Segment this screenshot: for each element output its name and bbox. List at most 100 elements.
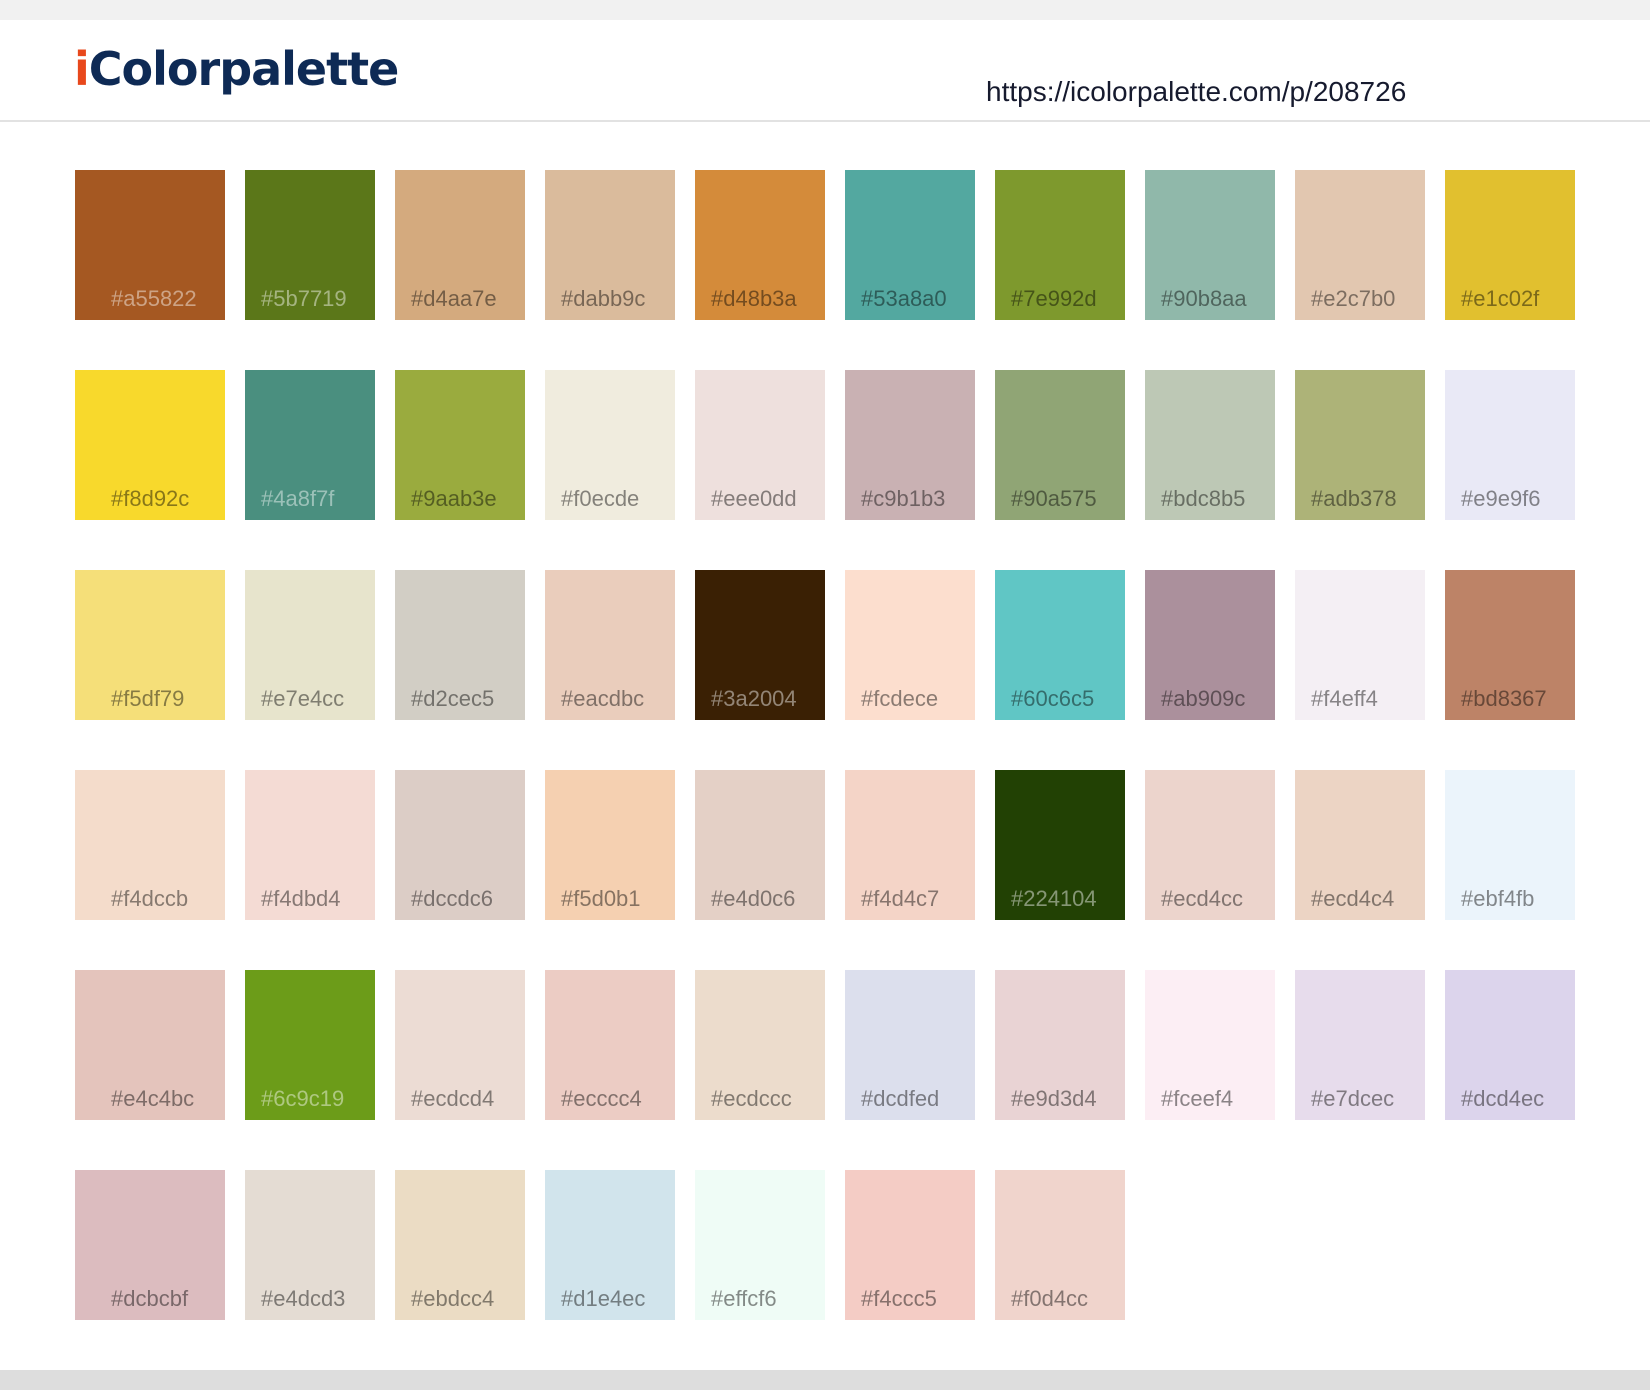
color-swatch[interactable]: #60c6c5	[995, 570, 1125, 720]
color-swatch[interactable]: #e9d3d4	[995, 970, 1125, 1120]
swatch-hex-label: #e4dcd3	[261, 1286, 346, 1311]
color-swatch[interactable]: #53a8a0	[845, 170, 975, 320]
swatch-hex-label: #eee0dd	[711, 486, 797, 511]
swatch-hex-label: #5b7719	[261, 286, 347, 311]
color-swatch[interactable]: #f0d4cc	[995, 1170, 1125, 1320]
color-swatch[interactable]: #dcdfed	[845, 970, 975, 1120]
color-swatch[interactable]: #dcbcbf	[75, 1170, 225, 1320]
color-swatch[interactable]: #d2cec5	[395, 570, 525, 720]
color-swatch[interactable]: #ecdccc	[695, 970, 825, 1120]
color-swatch[interactable]: #f4dccb	[75, 770, 225, 920]
swatch-hex-label: #e1c02f	[1461, 286, 1540, 311]
swatch-hex-label: #7e992d	[1011, 286, 1097, 311]
color-swatch[interactable]: #f0ecde	[545, 370, 675, 520]
color-swatch[interactable]: #ebdcc4	[395, 1170, 525, 1320]
top-strip	[0, 0, 1650, 20]
color-swatch[interactable]: #7e992d	[995, 170, 1125, 320]
palette-url[interactable]: https://icolorpalette.com/p/208726	[986, 74, 1406, 110]
color-swatch[interactable]: #ecdcd4	[395, 970, 525, 1120]
color-swatch[interactable]: #224104	[995, 770, 1125, 920]
color-swatch[interactable]: #a55822	[75, 170, 225, 320]
bottom-strip	[0, 1370, 1650, 1390]
color-swatch[interactable]: #e4c4bc	[75, 970, 225, 1120]
color-swatch[interactable]: #e4d0c6	[695, 770, 825, 920]
color-swatch[interactable]: #fceef4	[1145, 970, 1275, 1120]
swatch-hex-label: #e9e9f6	[1461, 486, 1541, 511]
color-swatch[interactable]: #dccdc6	[395, 770, 525, 920]
color-swatch[interactable]: #f4ccc5	[845, 1170, 975, 1320]
color-swatch[interactable]: #f4eff4	[1295, 570, 1425, 720]
color-swatch[interactable]: #c9b1b3	[845, 370, 975, 520]
color-swatch[interactable]: #bd8367	[1445, 570, 1575, 720]
swatch-hex-label: #adb378	[1311, 486, 1397, 511]
color-swatch[interactable]: #d48b3a	[695, 170, 825, 320]
swatch-hex-label: #60c6c5	[1011, 686, 1095, 711]
swatch-hex-label: #dcbcbf	[111, 1286, 189, 1311]
color-swatch[interactable]: #3a2004	[695, 570, 825, 720]
swatch-hex-label: #ecdcd4	[411, 1086, 495, 1111]
swatch-hex-label: #4a8f7f	[261, 486, 335, 511]
color-swatch[interactable]: #e7e4cc	[245, 570, 375, 720]
color-swatch[interactable]: #f8d92c	[75, 370, 225, 520]
swatch-grid: #a55822 #5b7719 #d4aa7e #dabb9c #d48b3a #53a8…	[75, 170, 1575, 1320]
color-swatch[interactable]: #e4dcd3	[245, 1170, 375, 1320]
swatch-hex-label: #dcd4ec	[1461, 1086, 1545, 1111]
swatch-hex-label: #eacdbc	[561, 686, 645, 711]
swatch-hex-label: #e9d3d4	[1011, 1086, 1097, 1111]
swatch-hex-label: #f4ccc5	[861, 1286, 937, 1311]
color-swatch[interactable]: #e1c02f	[1445, 170, 1575, 320]
color-swatch[interactable]: #ab909c	[1145, 570, 1275, 720]
color-swatch[interactable]: #4a8f7f	[245, 370, 375, 520]
color-swatch[interactable]: #e9e9f6	[1445, 370, 1575, 520]
color-swatch[interactable]: #f5d0b1	[545, 770, 675, 920]
swatch-hex-label: #53a8a0	[861, 286, 947, 311]
color-swatch[interactable]: #6c9c19	[245, 970, 375, 1120]
swatch-hex-label: #f0d4cc	[1011, 1286, 1089, 1311]
color-swatch[interactable]: #90a575	[995, 370, 1125, 520]
swatch-hex-label: #e2c7b0	[1311, 286, 1396, 311]
color-swatch[interactable]: #adb378	[1295, 370, 1425, 520]
color-swatch[interactable]: #d4aa7e	[395, 170, 525, 320]
swatch-hex-label: #f4dbd4	[261, 886, 341, 911]
swatch-hex-label: #a55822	[111, 286, 197, 311]
swatch-hex-label: #e7dcec	[1311, 1086, 1395, 1111]
swatch-hex-label: #dabb9c	[561, 286, 646, 311]
color-swatch[interactable]: #f4dbd4	[245, 770, 375, 920]
color-swatch[interactable]: #e2c7b0	[1295, 170, 1425, 320]
swatch-hex-label: #dccdc6	[411, 886, 493, 911]
color-swatch[interactable]: #e7dcec	[1295, 970, 1425, 1120]
color-swatch[interactable]: #d1e4ec	[545, 1170, 675, 1320]
swatch-hex-label: #ecdccc	[711, 1086, 792, 1111]
color-swatch[interactable]: #ecd4cc	[1145, 770, 1275, 920]
swatch-hex-label: #90a575	[1011, 486, 1097, 511]
logo-i: i	[74, 42, 90, 96]
swatch-hex-label: #f0ecde	[561, 486, 640, 511]
swatch-hex-label: #d1e4ec	[561, 1286, 646, 1311]
color-swatch[interactable]: #dcd4ec	[1445, 970, 1575, 1120]
swatch-hex-label: #f5df79	[111, 686, 185, 711]
swatch-hex-label: #bd8367	[1461, 686, 1547, 711]
swatch-hex-label: #e4c4bc	[111, 1086, 195, 1111]
color-swatch[interactable]: #ecd4c4	[1295, 770, 1425, 920]
color-swatch[interactable]: #fcdece	[845, 570, 975, 720]
site-header: iColorpalette https://icolorpalette.com/…	[0, 20, 1650, 122]
color-swatch[interactable]: #ecccc4	[545, 970, 675, 1120]
swatch-hex-label: #ebf4fb	[1461, 886, 1535, 911]
color-swatch[interactable]: #9aab3e	[395, 370, 525, 520]
color-swatch[interactable]: #90b8aa	[1145, 170, 1275, 320]
color-swatch[interactable]: #eee0dd	[695, 370, 825, 520]
swatch-hex-label: #ab909c	[1161, 686, 1246, 711]
swatch-hex-label: #f8d92c	[111, 486, 190, 511]
color-swatch[interactable]: #5b7719	[245, 170, 375, 320]
color-swatch[interactable]: #bdc8b5	[1145, 370, 1275, 520]
swatch-hex-label: #d48b3a	[711, 286, 797, 311]
color-swatch[interactable]: #ebf4fb	[1445, 770, 1575, 920]
color-swatch[interactable]: #dabb9c	[545, 170, 675, 320]
color-swatch[interactable]: #effcf6	[695, 1170, 825, 1320]
swatch-hex-label: #effcf6	[711, 1286, 777, 1311]
swatch-hex-label: #f4eff4	[1311, 686, 1378, 711]
color-swatch[interactable]: #eacdbc	[545, 570, 675, 720]
color-swatch[interactable]: #f5df79	[75, 570, 225, 720]
site-logo[interactable]: iColorpalette	[74, 42, 399, 96]
color-swatch[interactable]: #f4d4c7	[845, 770, 975, 920]
